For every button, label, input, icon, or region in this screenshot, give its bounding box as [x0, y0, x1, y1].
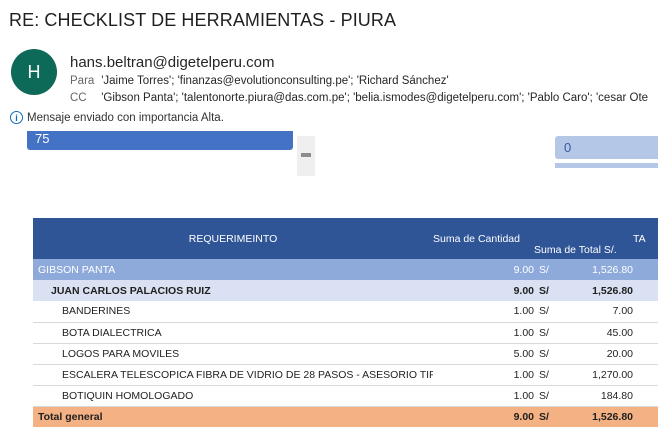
to-label: Para	[70, 75, 95, 87]
group-total: 1,526.80	[566, 259, 633, 280]
total-label: Total general	[33, 406, 433, 427]
importance-text: Mensaje enviado con importancia Alta.	[27, 111, 224, 124]
group-name: GIBSON PANTA	[33, 259, 433, 280]
email-subject: RE: CHECKLIST DE HERRAMIENTAS - PIURA	[9, 10, 397, 30]
item-cur: S/	[534, 364, 566, 386]
pivot-table: REQUERIMEINTO Suma de Cantidad Suma de T…	[33, 218, 658, 427]
item-name: LOGOS PARA MOVILES	[33, 343, 433, 365]
item-name: BOTA DIALECTRICA	[33, 322, 433, 344]
item-name: BANDERINES	[33, 301, 433, 323]
subgroup-name: JUAN CARLOS PALACIOS RUIZ	[33, 280, 433, 301]
subgroup-cur: S/	[534, 280, 566, 301]
sender-avatar[interactable]: H	[11, 49, 57, 95]
to-line: Para 'Jaime Torres'; 'finanzas@evolution…	[70, 75, 449, 87]
item-cur: S/	[534, 343, 566, 365]
header-total[interactable]: Suma de Total S/.	[534, 218, 633, 259]
item-cur: S/	[534, 301, 566, 323]
group-qty: 9.00	[433, 259, 534, 280]
item-qty: 1.00	[433, 364, 534, 386]
total-qty: 9.00	[433, 406, 534, 427]
table-row[interactable]: LOGOS PARA MOVILES 5.00 S/ 20.00	[33, 343, 658, 365]
total-row[interactable]: Total general 9.00 S/ 1,526.80	[33, 406, 658, 427]
total-amount: 1,526.80	[566, 406, 633, 427]
subgroup-row[interactable]: JUAN CARLOS PALACIOS RUIZ 9.00 S/ 1,526.…	[33, 280, 658, 301]
item-name: BOTIQUIN HOMOLOGADO	[33, 385, 433, 407]
table-row[interactable]: BOTA DIALECTRICA 1.00 S/ 45.00	[33, 322, 658, 344]
item-total: 1,270.00	[566, 364, 633, 386]
item-qty: 5.00	[433, 343, 534, 365]
table-row[interactable]: BOTIQUIN HOMOLOGADO 1.00 S/ 184.80	[33, 385, 658, 407]
header-requirement[interactable]: REQUERIMEINTO	[33, 218, 433, 259]
item-name: ESCALERA TELESCOPICA FIBRA DE VIDRIO DE …	[33, 364, 433, 386]
cc-label: CC	[70, 92, 87, 104]
slicer-right[interactable]: 0	[555, 136, 658, 159]
table-row[interactable]: BANDERINES 1.00 S/ 7.00	[33, 301, 658, 323]
item-cur: S/	[534, 385, 566, 407]
cc-line: CC 'Gibson Panta'; 'talentonorte.piura@d…	[70, 92, 648, 104]
item-total: 184.80	[566, 385, 633, 407]
header-quantity[interactable]: Suma de Cantidad	[433, 218, 534, 259]
minus-icon	[301, 153, 311, 157]
group-row[interactable]: GIBSON PANTA 9.00 S/ 1,526.80	[33, 259, 658, 280]
item-total: 45.00	[566, 322, 633, 344]
group-cur: S/	[534, 259, 566, 280]
item-qty: 1.00	[433, 301, 534, 323]
item-cur: S/	[534, 322, 566, 344]
total-cur: S/	[534, 406, 566, 427]
sender-address[interactable]: hans.beltran@digetelperu.com	[70, 54, 275, 71]
slicer-left[interactable]: 75	[27, 131, 293, 150]
info-icon: i	[10, 111, 23, 124]
slicer-drag-handle[interactable]	[297, 136, 315, 176]
subgroup-qty: 9.00	[433, 280, 534, 301]
item-qty: 1.00	[433, 322, 534, 344]
header-extra[interactable]: TA	[633, 218, 658, 259]
table-row[interactable]: ESCALERA TELESCOPICA FIBRA DE VIDRIO DE …	[33, 364, 658, 386]
item-total: 20.00	[566, 343, 633, 365]
slicer-right-bar	[555, 163, 658, 168]
pivot-header-row: REQUERIMEINTO Suma de Cantidad Suma de T…	[33, 218, 658, 259]
to-recipients[interactable]: 'Jaime Torres'; 'finanzas@evolutionconsu…	[101, 75, 448, 87]
importance-notice: i Mensaje enviado con importancia Alta.	[10, 111, 224, 124]
item-qty: 1.00	[433, 385, 534, 407]
subgroup-total: 1,526.80	[566, 280, 633, 301]
cc-recipients[interactable]: 'Gibson Panta'; 'talentonorte.piura@das.…	[101, 92, 648, 104]
item-total: 7.00	[566, 301, 633, 323]
